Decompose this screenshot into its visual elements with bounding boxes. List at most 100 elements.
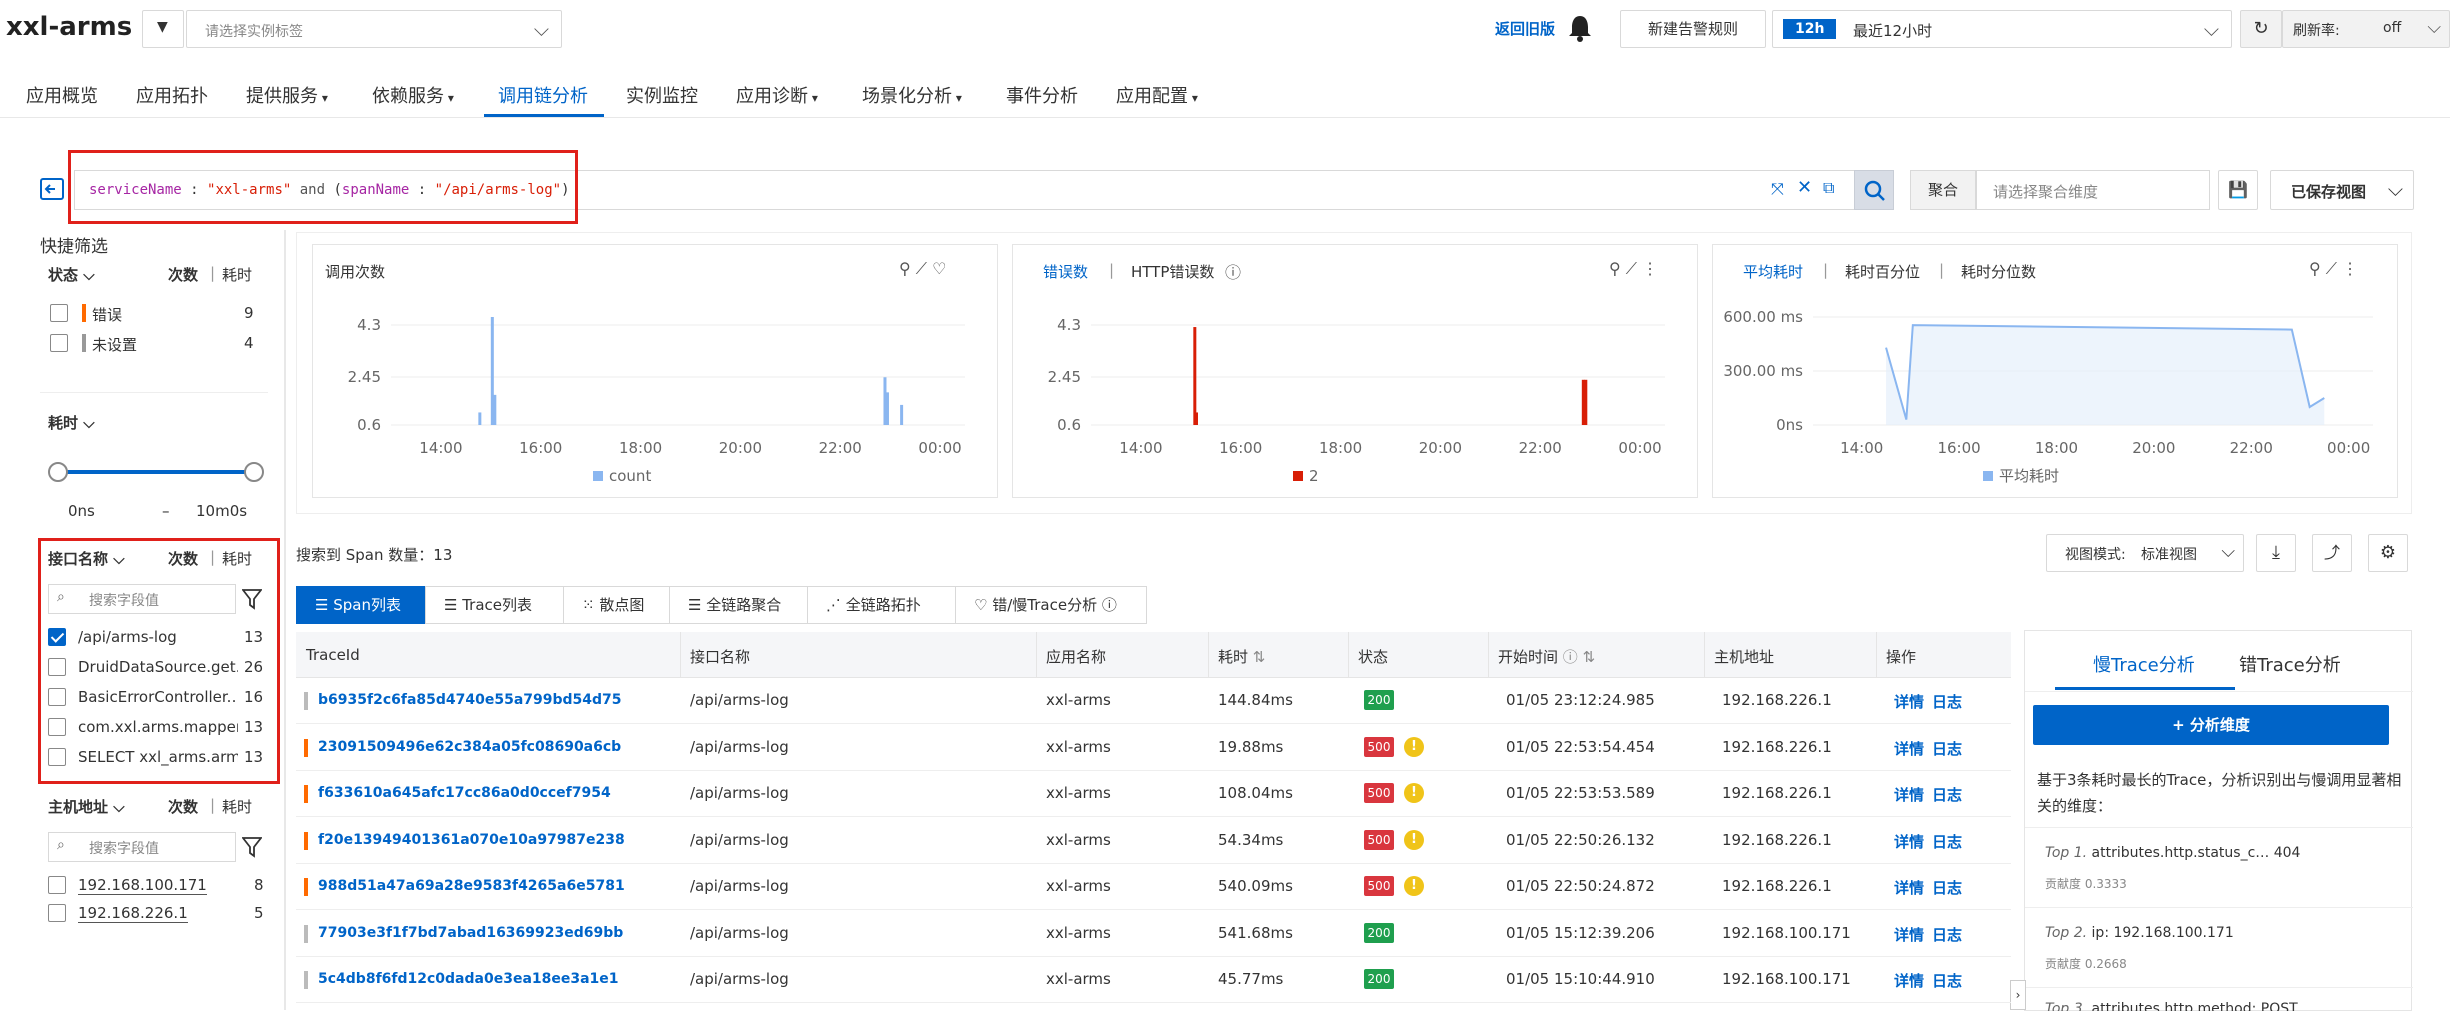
status-error-label: 错误 [92, 306, 123, 324]
status-unset-checkbox[interactable] [50, 334, 68, 352]
table-row[interactable]: b6935f2c6fa85d4740e55a799bd54d75/api/arm… [296, 678, 2011, 724]
filter-icon[interactable] [242, 836, 262, 858]
duration-slider-track[interactable] [58, 470, 254, 474]
tab-event-analysis[interactable]: 事件分析 [1006, 82, 1078, 108]
col-header-duration[interactable]: 耗时 ⇅ [1218, 646, 1265, 667]
trace-list-tab[interactable]: ☰ Trace列表 [425, 586, 564, 624]
top1-rank: Top 1. [2045, 845, 2088, 861]
host-item-checkbox[interactable] [48, 904, 66, 922]
log-link[interactable]: 日志 [1932, 924, 1962, 945]
table-row[interactable]: 77903e3f1f7bd7abad16369923ed69bb/api/arm… [296, 911, 2011, 957]
count-sort[interactable]: 次数 [168, 264, 198, 285]
tab-instance-monitor[interactable]: 实例监控 [626, 82, 698, 108]
clear-icon[interactable]: ✕ [1797, 177, 1812, 198]
top2-item[interactable]: Top 2. ip: 192.168.100.171 [2045, 925, 2234, 941]
app-switch-dropdown[interactable]: ▼ [142, 10, 184, 48]
slow-trace-tab[interactable]: 慢Trace分析 [2093, 651, 2195, 677]
save-icon[interactable]: 💾 [2218, 170, 2258, 210]
trace-id-link[interactable]: 5c4db8f6fd12c0dada0e3ea18ee3a1e1 [318, 971, 619, 987]
detail-link[interactable]: 详情 [1894, 784, 1924, 805]
tab-scenario-analysis[interactable]: 场景化分析 [862, 82, 962, 108]
full-topology-tab[interactable]: ⋰ 全链路拓扑 [807, 586, 956, 624]
slow-error-trace-tab[interactable]: ♡ 错/慢Trace分析 ⓘ [955, 586, 1147, 624]
x-tick-label: 14:00 [419, 439, 462, 457]
share-icon[interactable]: ⤴ [2312, 534, 2352, 572]
col-header-start-time[interactable]: 开始时间 ⓘ ⇅ [1498, 646, 1595, 667]
copy-icon[interactable]: ⧉ [1823, 178, 1834, 198]
aggregate-dimension-input[interactable]: 请选择聚合维度 [1976, 170, 2210, 210]
duration-slider-max-handle[interactable] [244, 462, 264, 482]
time-range-select[interactable]: 12h 最近12小时 ⌵ [1772, 10, 2232, 48]
status-error-checkbox[interactable] [50, 304, 68, 322]
log-link[interactable]: 日志 [1932, 970, 1962, 991]
top1-item[interactable]: Top 1. attributes.http.status_c… 404 [2045, 845, 2300, 861]
log-link[interactable]: 日志 [1932, 784, 1962, 805]
search-button[interactable] [1854, 170, 1894, 210]
trace-id-link[interactable]: 23091509496e62c384a05fc08690a6cb [318, 739, 621, 755]
scatter-tab[interactable]: ⁙ 散点图 [563, 586, 670, 624]
tab-provided-services[interactable]: 提供服务 [246, 82, 328, 108]
log-link[interactable]: 日志 [1932, 738, 1962, 759]
full-aggregation-tab[interactable]: ☰ 全链路聚合 [669, 586, 808, 624]
top3-item[interactable]: Top 3. attributes.http.method: POST [2045, 1001, 2298, 1011]
duration-slider-min-handle[interactable] [48, 462, 68, 482]
download-icon[interactable]: ⤓ [2256, 534, 2296, 572]
tab-dependent-services[interactable]: 依赖服务 [372, 82, 454, 108]
tabs-divider [0, 117, 2450, 118]
detail-link[interactable]: 详情 [1894, 691, 1924, 712]
table-row[interactable]: f20e13949401361a070e10a97987e238/api/arm… [296, 818, 2011, 864]
help-icon[interactable]: ⓘ [1097, 596, 1117, 614]
detail-link[interactable]: 详情 [1894, 877, 1924, 898]
collapse-panel-icon[interactable] [40, 178, 64, 200]
bell-icon[interactable] [1567, 14, 1593, 42]
app-name-cell: xxl-arms [1046, 877, 1111, 895]
add-dimension-button[interactable]: + 分析维度 [2033, 705, 2389, 745]
trace-id-link[interactable]: f20e13949401361a070e10a97987e238 [318, 832, 625, 848]
log-link[interactable]: 日志 [1932, 831, 1962, 852]
collapse-right-panel-icon[interactable]: › [2010, 980, 2026, 1010]
tab-overview[interactable]: 应用概览 [26, 82, 98, 108]
count-sort[interactable]: 次数 [168, 796, 198, 817]
trace-id-link[interactable]: 77903e3f1f7bd7abad16369923ed69bb [318, 925, 623, 941]
trace-id-link[interactable]: 988d51a47a69a28e9583f4265a6e5781 [318, 878, 625, 894]
error-trace-tab[interactable]: 错Trace分析 [2239, 651, 2341, 677]
table-row[interactable]: 988d51a47a69a28e9583f4265a6e5781/api/arm… [296, 864, 2011, 910]
refresh-rate-select[interactable]: 刷新率: off ⌵ [2282, 10, 2450, 48]
span-list-tab[interactable]: ☰ Span列表 [296, 586, 426, 624]
saved-view-select[interactable]: 已保存视图 ⌵ [2270, 170, 2414, 210]
refresh-icon[interactable]: ↻ [2240, 10, 2282, 48]
duration-cell: 540.09ms [1218, 877, 1293, 895]
x-tick-label: 16:00 [1937, 439, 1980, 457]
tab-app-diagnosis[interactable]: 应用诊断 [736, 82, 818, 108]
table-row[interactable]: 23091509496e62c384a05fc08690a6cb/api/arm… [296, 725, 2011, 771]
trace-id-link[interactable]: f633610a645afc17cc86a0d0ccef7954 [318, 785, 611, 801]
detail-link[interactable]: 详情 [1894, 831, 1924, 852]
host-filter-title[interactable]: 主机地址 ⌵ [48, 796, 125, 817]
format-icon[interactable]: ⤧ [1771, 179, 1784, 199]
table-row[interactable]: f633610a645afc17cc86a0d0ccef7954/api/arm… [296, 771, 2011, 817]
instance-tag-select[interactable]: 请选择实例标签 ⌵ [186, 10, 562, 48]
tab-topology[interactable]: 应用拓扑 [136, 82, 208, 108]
tab-app-config[interactable]: 应用配置 [1116, 82, 1198, 108]
table-row[interactable]: 5c4db8f6fd12c0dada0e3ea18ee3a1e1/api/arm… [296, 957, 2011, 1003]
y-tick-label: 2.45 [1048, 368, 1081, 386]
log-link[interactable]: 日志 [1932, 691, 1962, 712]
tab-trace-analysis[interactable]: 调用链分析 [498, 82, 588, 108]
view-mode-select[interactable]: 视图模式: 标准视图 ⌵ [2046, 534, 2244, 572]
trace-id-link[interactable]: b6935f2c6fa85d4740e55a799bd54d75 [318, 692, 622, 708]
settings-icon[interactable]: ⚙ [2368, 534, 2408, 572]
host-search-input[interactable]: ⌕ 搜索字段值 [48, 832, 236, 862]
detail-link[interactable]: 详情 [1894, 738, 1924, 759]
duration-sort[interactable]: 耗时 [222, 264, 252, 285]
new-alert-rule-button[interactable]: 新建告警规则 [1620, 10, 1766, 48]
log-link[interactable]: 日志 [1932, 877, 1962, 898]
back-old-version-link[interactable]: 返回旧版 [1495, 18, 1555, 39]
time-range-label: 最近12小时 [1853, 22, 1933, 40]
detail-link[interactable]: 详情 [1894, 970, 1924, 991]
duration-cell: 144.84ms [1218, 691, 1293, 709]
duration-filter-title[interactable]: 耗时 ⌵ [48, 412, 95, 433]
host-item-checkbox[interactable] [48, 876, 66, 894]
detail-link[interactable]: 详情 [1894, 924, 1924, 945]
status-filter-title[interactable]: 状态 ⌵ [48, 264, 95, 285]
duration-sort[interactable]: 耗时 [222, 796, 252, 817]
